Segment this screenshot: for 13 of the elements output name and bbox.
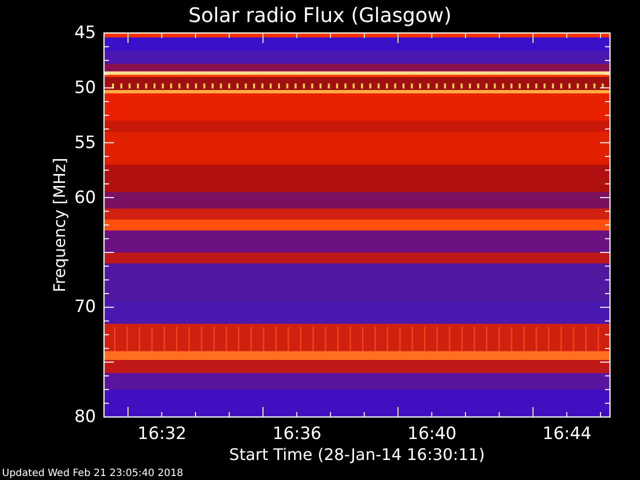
x-tick-label: 16:36 xyxy=(272,424,322,444)
y-tick-label: 70 xyxy=(73,297,96,318)
x-tick-label: 16:44 xyxy=(542,424,592,444)
x-tick-label: 16:40 xyxy=(406,424,458,444)
y-axis-label: Frequency [MHz] xyxy=(50,156,70,294)
y-tick-label: 55 xyxy=(73,132,96,153)
y-tick-label: 50 xyxy=(73,78,96,98)
update-timestamp: Updated Wed Feb 21 23:05:40 2018 xyxy=(2,468,184,480)
chart-title: Solar radio Flux (Glasgow) xyxy=(187,2,453,28)
x-axis-label: Start Time (28-Jan-14 16:30:11) xyxy=(228,445,486,465)
y-tick-label: 45 xyxy=(73,23,96,43)
x-tick-label: 16:32 xyxy=(136,424,188,444)
y-tick-label: 80 xyxy=(73,407,96,427)
